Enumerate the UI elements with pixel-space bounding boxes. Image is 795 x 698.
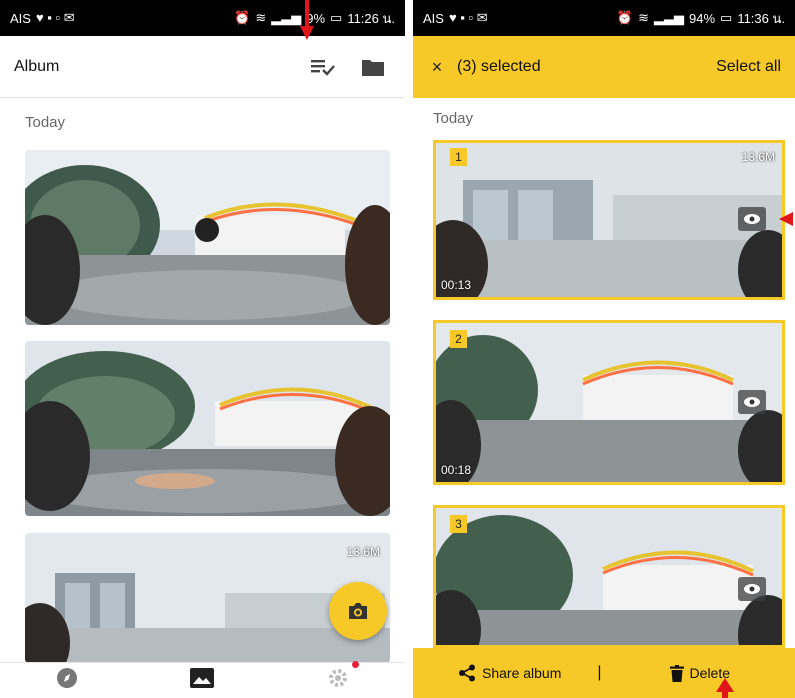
selection-outline [433,320,785,485]
carrier-label: AIS [423,10,444,26]
alarm-icon: ⏰ [234,10,251,25]
signal-icon: ▂▃▅ [271,10,302,25]
wifi-icon: ≋ [255,10,267,25]
selection-index-badge: 3 [450,515,467,533]
page-title: Album [14,57,60,75]
selection-action-bar: Share album | Delete [413,648,795,698]
notification-icons: ♥ ▪ ▫ ✉ [448,10,488,25]
album-thumbnail[interactable] [25,150,390,325]
nav-explore[interactable] [56,667,78,694]
open-folder-button[interactable] [355,49,391,85]
video-duration: 00:18 [441,463,472,477]
notification-dot [351,661,359,668]
wifi-icon: ≋ [638,10,649,25]
battery-icon: ▭ [330,10,343,25]
eye-icon [744,397,760,407]
status-bar: AIS ♥ ▪ ▫ ✉ ⏰ ≋ ▂▃▅ 9% ▭ 11:26 น. [0,0,405,36]
trash-icon [669,664,684,682]
preview-button[interactable] [738,577,766,601]
selected-count: (3) selected [457,58,541,75]
app-bar: Album [0,36,405,98]
camera-icon [349,603,367,619]
file-size-label: 13.6M [741,150,775,164]
selected-video-item[interactable]: 3 [433,505,785,648]
list-check-icon [311,59,335,76]
bottom-navigation [0,661,405,698]
section-today: Today [433,110,474,127]
selection-screen: AIS ♥ ▪ ▫ ✉ ⏰ ≋ ▂▃▅ 94% ▭ 11:36 น. × (3)… [413,0,795,698]
selection-bar: × (3) selected Select all [413,36,795,98]
gallery-icon [190,668,215,688]
preview-button[interactable] [738,390,766,414]
clock: 11:26 น. [347,10,395,26]
album-thumbnail[interactable] [25,341,390,516]
share-album-label: Share album [482,665,562,681]
select-all-button[interactable]: Select all [716,58,781,76]
action-separator: | [597,664,602,681]
eye-icon [744,214,760,224]
preview-button[interactable] [738,207,766,231]
camera-button[interactable] [329,582,387,640]
notification-icons: ♥ ▪ ▫ ✉ [35,10,75,25]
nav-album[interactable] [190,668,215,693]
video-duration: 00:13 [441,278,472,292]
selection-index-badge: 2 [450,330,467,348]
alarm-icon: ⏰ [616,10,634,25]
compass-icon [57,668,78,688]
settings-icon [328,669,347,687]
share-album-button[interactable]: Share album [458,664,561,682]
share-icon [459,664,475,682]
annotation-arrow [300,0,314,40]
selection-outline [433,140,785,300]
battery-percent: 94% [688,10,716,26]
file-size-label: 13.6M [346,545,380,559]
selected-video-item[interactable]: 1 13.6M 00:13 [433,140,785,300]
close-icon[interactable]: × [427,49,447,85]
selection-index-badge: 1 [450,148,467,166]
section-today: Today [25,114,66,131]
annotation-arrow [779,212,793,226]
carrier-label: AIS [10,10,31,26]
selection-outline [433,505,785,648]
album-screen: AIS ♥ ▪ ▫ ✉ ⏰ ≋ ▂▃▅ 9% ▭ 11:26 น. Album [0,0,405,698]
select-mode-button[interactable] [305,49,341,85]
annotation-arrow [716,678,734,698]
folder-icon [362,59,384,76]
nav-settings[interactable] [327,661,359,694]
selected-video-item[interactable]: 2 00:18 [433,320,785,485]
battery-icon: ▭ [720,10,733,25]
status-bar: AIS ♥ ▪ ▫ ✉ ⏰ ≋ ▂▃▅ 94% ▭ 11:36 น. [413,0,795,36]
clock: 11:36 น. [737,10,785,26]
eye-icon [744,584,760,594]
signal-icon: ▂▃▅ [653,10,684,25]
